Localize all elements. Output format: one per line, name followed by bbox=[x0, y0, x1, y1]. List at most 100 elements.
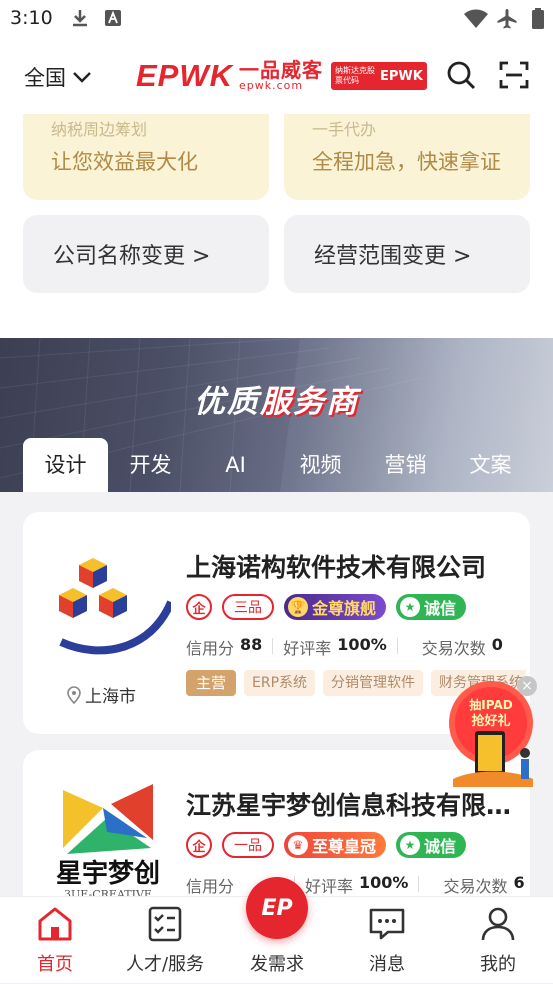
scan-icon[interactable] bbox=[499, 60, 529, 90]
credit-value: 88 bbox=[240, 635, 263, 654]
logo-subtext: 3UE-CREATIVE bbox=[64, 888, 152, 896]
supreme-crown-badge: ♛ 至尊皇冠 bbox=[284, 832, 387, 858]
tabbar-messages[interactable]: 消息 bbox=[332, 897, 442, 984]
bottom-tab-bar: 首页 人才/服务 EP 发需求 消息 我的 bbox=[0, 877, 553, 984]
float-ad-line1: 抽IPAD bbox=[469, 697, 512, 712]
tabbar-post-demand[interactable]: EP 发需求 bbox=[222, 877, 332, 984]
float-ad-close-button[interactable]: × bbox=[517, 676, 537, 696]
tabbar-home[interactable]: 首页 bbox=[0, 897, 110, 984]
provider-stats: 信用分 好评率 100% 交易次数 6 bbox=[186, 873, 525, 896]
epwk-logo[interactable]: EPWK 一品威客 epwk.com 纳斯达克股票代码 EPWK bbox=[136, 56, 427, 96]
enterprise-badge: 企 bbox=[186, 832, 212, 858]
download-icon bbox=[73, 10, 87, 27]
promo-title: 让您效益最大化 bbox=[51, 150, 198, 174]
chevron-down-icon bbox=[73, 72, 91, 83]
integrity-label: 诚信 bbox=[424, 837, 457, 856]
top-header: 全国 EPWK 一品威客 epwk.com 纳斯达克股票代码 EPWK bbox=[0, 38, 553, 114]
airplane-icon bbox=[497, 9, 517, 29]
provider-badges: 企 一品 ♛ 至尊皇冠 ★ 诚信 bbox=[186, 832, 467, 858]
provider-logo-xyc: 星宇梦创 3UE-CREATIVE bbox=[56, 784, 160, 896]
divider bbox=[418, 876, 420, 892]
tabbar-mine[interactable]: 我的 bbox=[443, 897, 553, 984]
banner-title-part1: 优质 bbox=[194, 384, 260, 420]
message-icon bbox=[369, 908, 405, 940]
shield-star-icon: ★ bbox=[400, 835, 421, 855]
banner-title-part2: 服务商 bbox=[260, 384, 359, 420]
enterprise-badge: 企 bbox=[186, 594, 212, 620]
category-tabs: 设计 开发 AI 视频 营销 文案 bbox=[23, 438, 533, 492]
tab-development[interactable]: 开发 bbox=[108, 438, 193, 492]
battery-icon bbox=[532, 8, 544, 29]
tab-marketing[interactable]: 营销 bbox=[363, 438, 448, 492]
search-icon[interactable] bbox=[446, 60, 476, 90]
tab-ai[interactable]: AI bbox=[193, 438, 278, 492]
crown-icon: ♛ bbox=[288, 835, 308, 855]
rating-value: 100% bbox=[337, 635, 387, 654]
tab-video[interactable]: 视频 bbox=[278, 438, 363, 492]
provider-name[interactable]: 上海诺构软件技术有限公司 bbox=[186, 548, 516, 584]
provider-badges: 企 三品 🏆 金尊旗舰 ★ 诚信 bbox=[186, 594, 467, 620]
nasdaq-badge-text: 纳斯达克股票代码 bbox=[335, 66, 375, 85]
logo-chinese: 一品威客 epwk.com bbox=[239, 60, 323, 92]
integrity-badge: ★ 诚信 bbox=[396, 594, 467, 620]
business-scope-change-button[interactable]: 经营范围变更 > bbox=[284, 215, 530, 293]
business-tag: 分销管理软件 bbox=[323, 670, 424, 696]
quality-providers-banner: 优质服务商 设计 开发 AI 视频 营销 文案 bbox=[0, 338, 553, 492]
rating-label: 好评率 bbox=[283, 639, 332, 658]
tabbar-home-label: 首页 bbox=[37, 954, 73, 975]
status-bar: 3:10 bbox=[0, 0, 553, 38]
deals-label: 交易次数 bbox=[421, 639, 486, 658]
divider bbox=[272, 638, 274, 654]
services-section: 纳税周边筹划 让您效益最大化 一手代办 全程加急，快速拿证 公司名称变更 > 经… bbox=[0, 114, 553, 338]
promo-card-license[interactable]: 一手代办 全程加急，快速拿证 bbox=[284, 114, 530, 200]
deals-value: 6 bbox=[513, 873, 525, 892]
level-badge: 三品 bbox=[222, 594, 274, 620]
app-notification-icon bbox=[105, 10, 121, 26]
promo-title: 全程加急，快速拿证 bbox=[312, 150, 501, 174]
tabbar-talent-service-label: 人才/服务 bbox=[125, 954, 205, 975]
integrity-badge: ★ 诚信 bbox=[396, 832, 467, 858]
user-icon bbox=[481, 907, 515, 941]
rating-label: 好评率 bbox=[305, 877, 354, 896]
logo-cn-text: 一品威客 bbox=[239, 58, 323, 82]
rating-value: 100% bbox=[359, 873, 409, 892]
banner-title: 优质服务商 bbox=[0, 376, 553, 421]
tab-design[interactable]: 设计 bbox=[23, 438, 108, 492]
company-name-change-button[interactable]: 公司名称变更 > bbox=[23, 215, 269, 293]
gold-flagship-label: 金尊旗舰 bbox=[312, 599, 377, 618]
wifi-icon bbox=[464, 9, 488, 28]
promo-subtitle: 一手代办 bbox=[312, 120, 377, 139]
deals-label: 交易次数 bbox=[443, 877, 508, 896]
tabbar-mine-label: 我的 bbox=[480, 954, 516, 975]
credit-label: 信用分 bbox=[186, 639, 235, 658]
nasdaq-ticker: EPWK bbox=[380, 68, 423, 84]
logo-en-text: epwk.com bbox=[239, 79, 304, 92]
tab-copywriting[interactable]: 文案 bbox=[448, 438, 533, 492]
level-badge: 一品 bbox=[222, 832, 274, 858]
tabbar-talent-service[interactable]: 人才/服务 bbox=[110, 897, 220, 984]
post-demand-ep-button[interactable]: EP bbox=[246, 877, 308, 939]
tabbar-post-demand-label: 发需求 bbox=[250, 954, 304, 975]
region-selector[interactable]: 全国 bbox=[24, 62, 92, 92]
logo-text: 星宇梦创 bbox=[56, 859, 160, 889]
provider-location: 上海市 bbox=[67, 682, 136, 707]
status-time: 3:10 bbox=[10, 7, 53, 29]
home-icon bbox=[38, 907, 72, 941]
credit-label: 信用分 bbox=[186, 877, 235, 896]
main-business-tag: 主营 bbox=[186, 670, 237, 696]
logo-wordmark: EPWK bbox=[136, 58, 233, 93]
gold-flagship-badge: 🏆 金尊旗舰 bbox=[284, 594, 387, 620]
float-ad-line2: 抢好礼 bbox=[471, 713, 510, 729]
location-text: 上海市 bbox=[85, 687, 136, 707]
promo-card-tax[interactable]: 纳税周边筹划 让您效益最大化 bbox=[23, 114, 269, 200]
shield-star-icon: ★ bbox=[400, 597, 421, 617]
nasdaq-badge: 纳斯达克股票代码 EPWK bbox=[331, 62, 427, 90]
supreme-crown-label: 至尊皇冠 bbox=[312, 837, 377, 856]
divider bbox=[396, 638, 398, 654]
tabbar-messages-label: 消息 bbox=[369, 954, 405, 975]
integrity-label: 诚信 bbox=[424, 599, 457, 618]
provider-stats: 信用分 88 好评率 100% 交易次数 0 bbox=[186, 635, 503, 659]
business-tag: ERP系统 bbox=[244, 670, 316, 696]
promo-subtitle: 纳税周边筹划 bbox=[51, 120, 148, 139]
deals-value: 0 bbox=[491, 635, 503, 654]
